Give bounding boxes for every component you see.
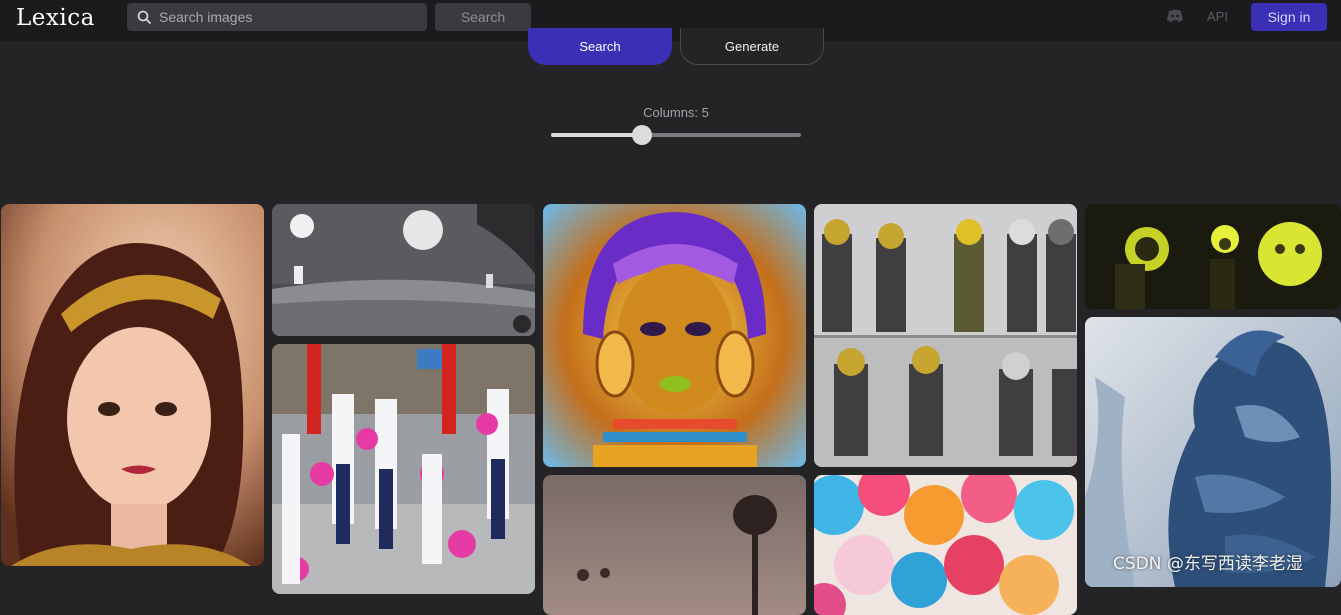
gallery-image-paper-umbrellas[interactable] <box>814 475 1077 615</box>
columns-slider-fill <box>551 133 641 137</box>
sign-in-button[interactable]: Sign in <box>1251 3 1327 31</box>
princess-portrait-image <box>1 204 264 566</box>
generate-mode-tab[interactable]: Generate <box>680 28 824 65</box>
gallery-image-moon-astronauts[interactable] <box>272 204 535 336</box>
gallery-image-armored-knight[interactable] <box>1085 317 1341 587</box>
astronaut-group-image <box>814 204 1077 467</box>
armored-knight-image <box>1085 317 1341 587</box>
search-mode-tab[interactable]: Search <box>528 28 672 65</box>
columns-slider-thumb[interactable] <box>632 125 652 145</box>
api-link[interactable]: API <box>1207 9 1228 24</box>
search-button[interactable]: Search <box>435 3 531 31</box>
desert-figures-image <box>543 475 806 615</box>
golden-queen-portrait-image <box>543 204 806 467</box>
columns-slider-track[interactable] <box>551 133 801 137</box>
neon-heads-image <box>1085 204 1341 309</box>
search-input[interactable] <box>159 3 419 31</box>
search-bar[interactable] <box>127 3 427 31</box>
gallery-image-desert-figures[interactable] <box>543 475 806 615</box>
gallery-image-astronaut-group[interactable] <box>814 204 1077 467</box>
columns-label: Columns: 5 <box>643 105 709 120</box>
gallery-image-neon-heads[interactable] <box>1085 204 1341 309</box>
watermark-text: CSDN @东写西读李老湿 <box>1113 554 1303 574</box>
moon-astronauts-image <box>272 204 535 336</box>
gallery-image-princess-portrait[interactable] <box>1 204 264 566</box>
lexica-logo[interactable]: Lexica <box>16 5 95 31</box>
paper-umbrellas-image <box>814 475 1077 615</box>
discord-icon[interactable] <box>1166 9 1184 23</box>
gallery-image-flower-parade[interactable] <box>272 344 535 594</box>
gallery-image-golden-queen-portrait[interactable] <box>543 204 806 467</box>
search-icon <box>137 10 151 24</box>
flower-parade-image <box>272 344 535 594</box>
